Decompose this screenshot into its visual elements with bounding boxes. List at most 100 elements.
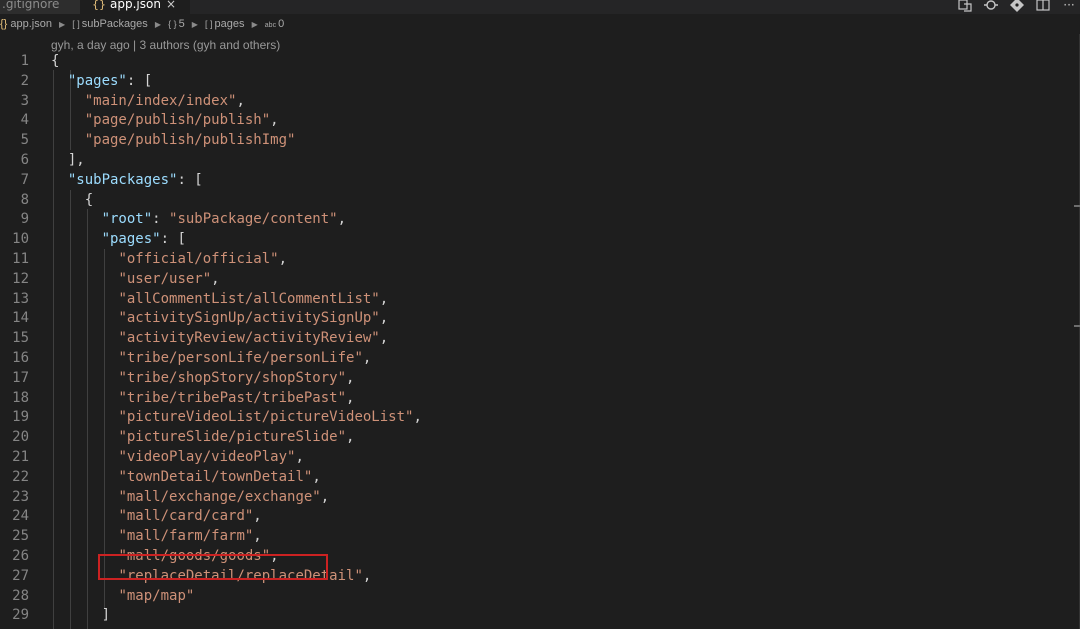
code-line[interactable]: 23 "mall/exchange/exchange", [0,488,1076,508]
line-number: 26 [12,548,29,564]
array-icon: [ ] [72,19,80,29]
code-line[interactable]: 9 "root": "subPackage/content", [0,210,1076,230]
line-number: 12 [12,270,29,287]
breadcrumb-pages[interactable]: [ ] pages [205,18,245,30]
line-content: "page/publish/publishImg" [84,132,296,149]
line-number: 28 [12,587,29,604]
line-number: 25 [12,528,29,545]
code-line[interactable]: 1{ [0,52,1076,72]
chevron-right-icon: ▶ [191,20,198,29]
line-content: ] [51,607,111,624]
code-line[interactable]: 17 "tribe/shopStory/shopStory", [0,369,1076,389]
code-editor[interactable]: 1{2 "pages": [3 "main/index/index", 4 "pa… [0,52,1076,629]
compare-changes-icon[interactable] [958,0,972,12]
json-file-icon: {} [0,18,8,30]
git-icon[interactable] [1010,0,1024,12]
code-line[interactable]: 8 { [0,191,1076,211]
line-number: 1 [20,53,29,69]
line-number: 3 [20,92,29,109]
line-number: 18 [12,389,29,406]
line-content: "pictureSlide/pictureSlide", [118,429,355,446]
line-content: "townDetail/townDetail", [118,468,321,485]
code-line[interactable]: 15 "activityReview/activityReview", [0,329,1076,349]
line-number: 27 [12,567,29,584]
open-changes-icon[interactable] [984,0,998,12]
line-number: 20 [12,429,29,446]
scrollbar-marker [1074,325,1080,327]
breadcrumb-subpackages[interactable]: [ ] subPackages [72,18,148,30]
code-line[interactable]: 20 "pictureSlide/pictureSlide", [0,428,1076,448]
line-content: "pictureVideoList/pictureVideoList", [118,409,422,426]
line-content: ], [51,152,85,168]
code-line[interactable]: 3 "main/index/index", [0,92,1076,112]
line-number: 6 [20,152,29,168]
tab-app-json[interactable]: {} app.json × [80,0,190,14]
breadcrumb: {} app.json ▶ [ ] subPackages ▶ { } 5 ▶ [ ]… [0,14,1080,34]
code-line[interactable]: 19 "pictureVideoList/pictureVideoList", [0,408,1076,428]
line-number: 15 [12,330,29,347]
highlight-annotation [98,554,328,580]
code-line[interactable]: 2 "pages": [ [0,72,1076,92]
line-number: 8 [20,191,29,208]
close-icon[interactable]: × [166,0,176,14]
array-icon: [ ] [205,19,213,29]
line-content: "main/index/index", [84,92,245,109]
breadcrumb-index-0[interactable]: abc 0 [265,18,284,30]
line-number: 23 [12,488,29,505]
line-content: "root": "subPackage/content", [101,211,347,228]
line-content: "mall/card/card", [118,508,262,525]
line-number: 4 [20,112,29,129]
line-content: "subPackages": [ [67,171,203,188]
line-content: "page/publish/publish", [84,112,279,129]
string-icon: abc [264,22,277,29]
code-line[interactable]: 14 "activitySignUp/activitySignUp", [0,309,1076,329]
code-line[interactable]: 21 "videoPlay/videoPlay", [0,448,1076,468]
line-content: "activityReview/activityReview", [118,330,389,347]
line-content: "map/map" [118,587,195,604]
line-number: 29 [12,607,29,624]
line-content: "allCommentList/allCommentList", [118,290,389,307]
code-line[interactable]: 4 "page/publish/publish", [0,111,1076,131]
line-content: { [51,53,60,69]
more-icon[interactable]: ··· [1062,0,1076,12]
tab-label: .gitignore [2,0,60,11]
line-content: "official/official", [118,251,288,267]
split-editor-icon[interactable] [1036,0,1050,12]
code-line[interactable]: 5 "page/publish/publishImg" [0,131,1076,151]
chevron-right-icon: ▶ [59,20,66,29]
code-line[interactable]: 7 "subPackages": [ [0,171,1076,191]
code-line[interactable]: 12 "user/user", [0,270,1076,290]
line-content: "mall/exchange/exchange", [118,488,330,505]
code-line[interactable]: 25 "mall/farm/farm", [0,527,1076,547]
code-line[interactable]: 22 "townDetail/townDetail", [0,468,1076,488]
code-line[interactable]: 28 "map/map" [0,587,1076,607]
line-number: 5 [20,132,29,149]
line-number: 21 [12,449,29,465]
line-content: "mall/farm/farm", [118,528,262,545]
line-number: 19 [12,409,29,426]
code-line[interactable]: 13 "allCommentList/allCommentList", [0,290,1076,310]
breadcrumb-file[interactable]: {} app.json [0,18,52,30]
code-line[interactable]: 29 ] [0,606,1076,626]
tab-bar: .gitignore {} app.json × ··· [0,0,1080,14]
breadcrumb-index-5[interactable]: { } 5 [168,18,185,30]
code-line[interactable]: 16 "tribe/personLife/personLife", [0,349,1076,369]
editor-window: .gitignore {} app.json × ··· {} app.json ▶… [0,0,1080,629]
line-content: "pages": [ [101,231,186,248]
json-file-icon: {} [92,0,106,11]
line-content: { [51,191,94,208]
line-number: 2 [20,72,29,89]
tab-gitignore[interactable]: .gitignore [0,0,80,14]
chevron-right-icon: ▶ [251,20,258,29]
code-line[interactable]: 11 "official/official", [0,250,1076,270]
object-icon: { } [168,19,177,29]
code-line[interactable]: 6 ], [0,151,1076,171]
line-number: 7 [20,171,29,188]
code-line[interactable]: 10 "pages": [ [0,230,1076,250]
line-number: 17 [12,369,29,386]
line-content: "pages": [ [67,72,153,89]
line-number: 22 [12,468,29,485]
code-line[interactable]: 24 "mall/card/card", [0,507,1076,527]
code-line[interactable]: 18 "tribe/tribePast/tribePast", [0,389,1076,409]
line-number: 11 [12,251,29,267]
